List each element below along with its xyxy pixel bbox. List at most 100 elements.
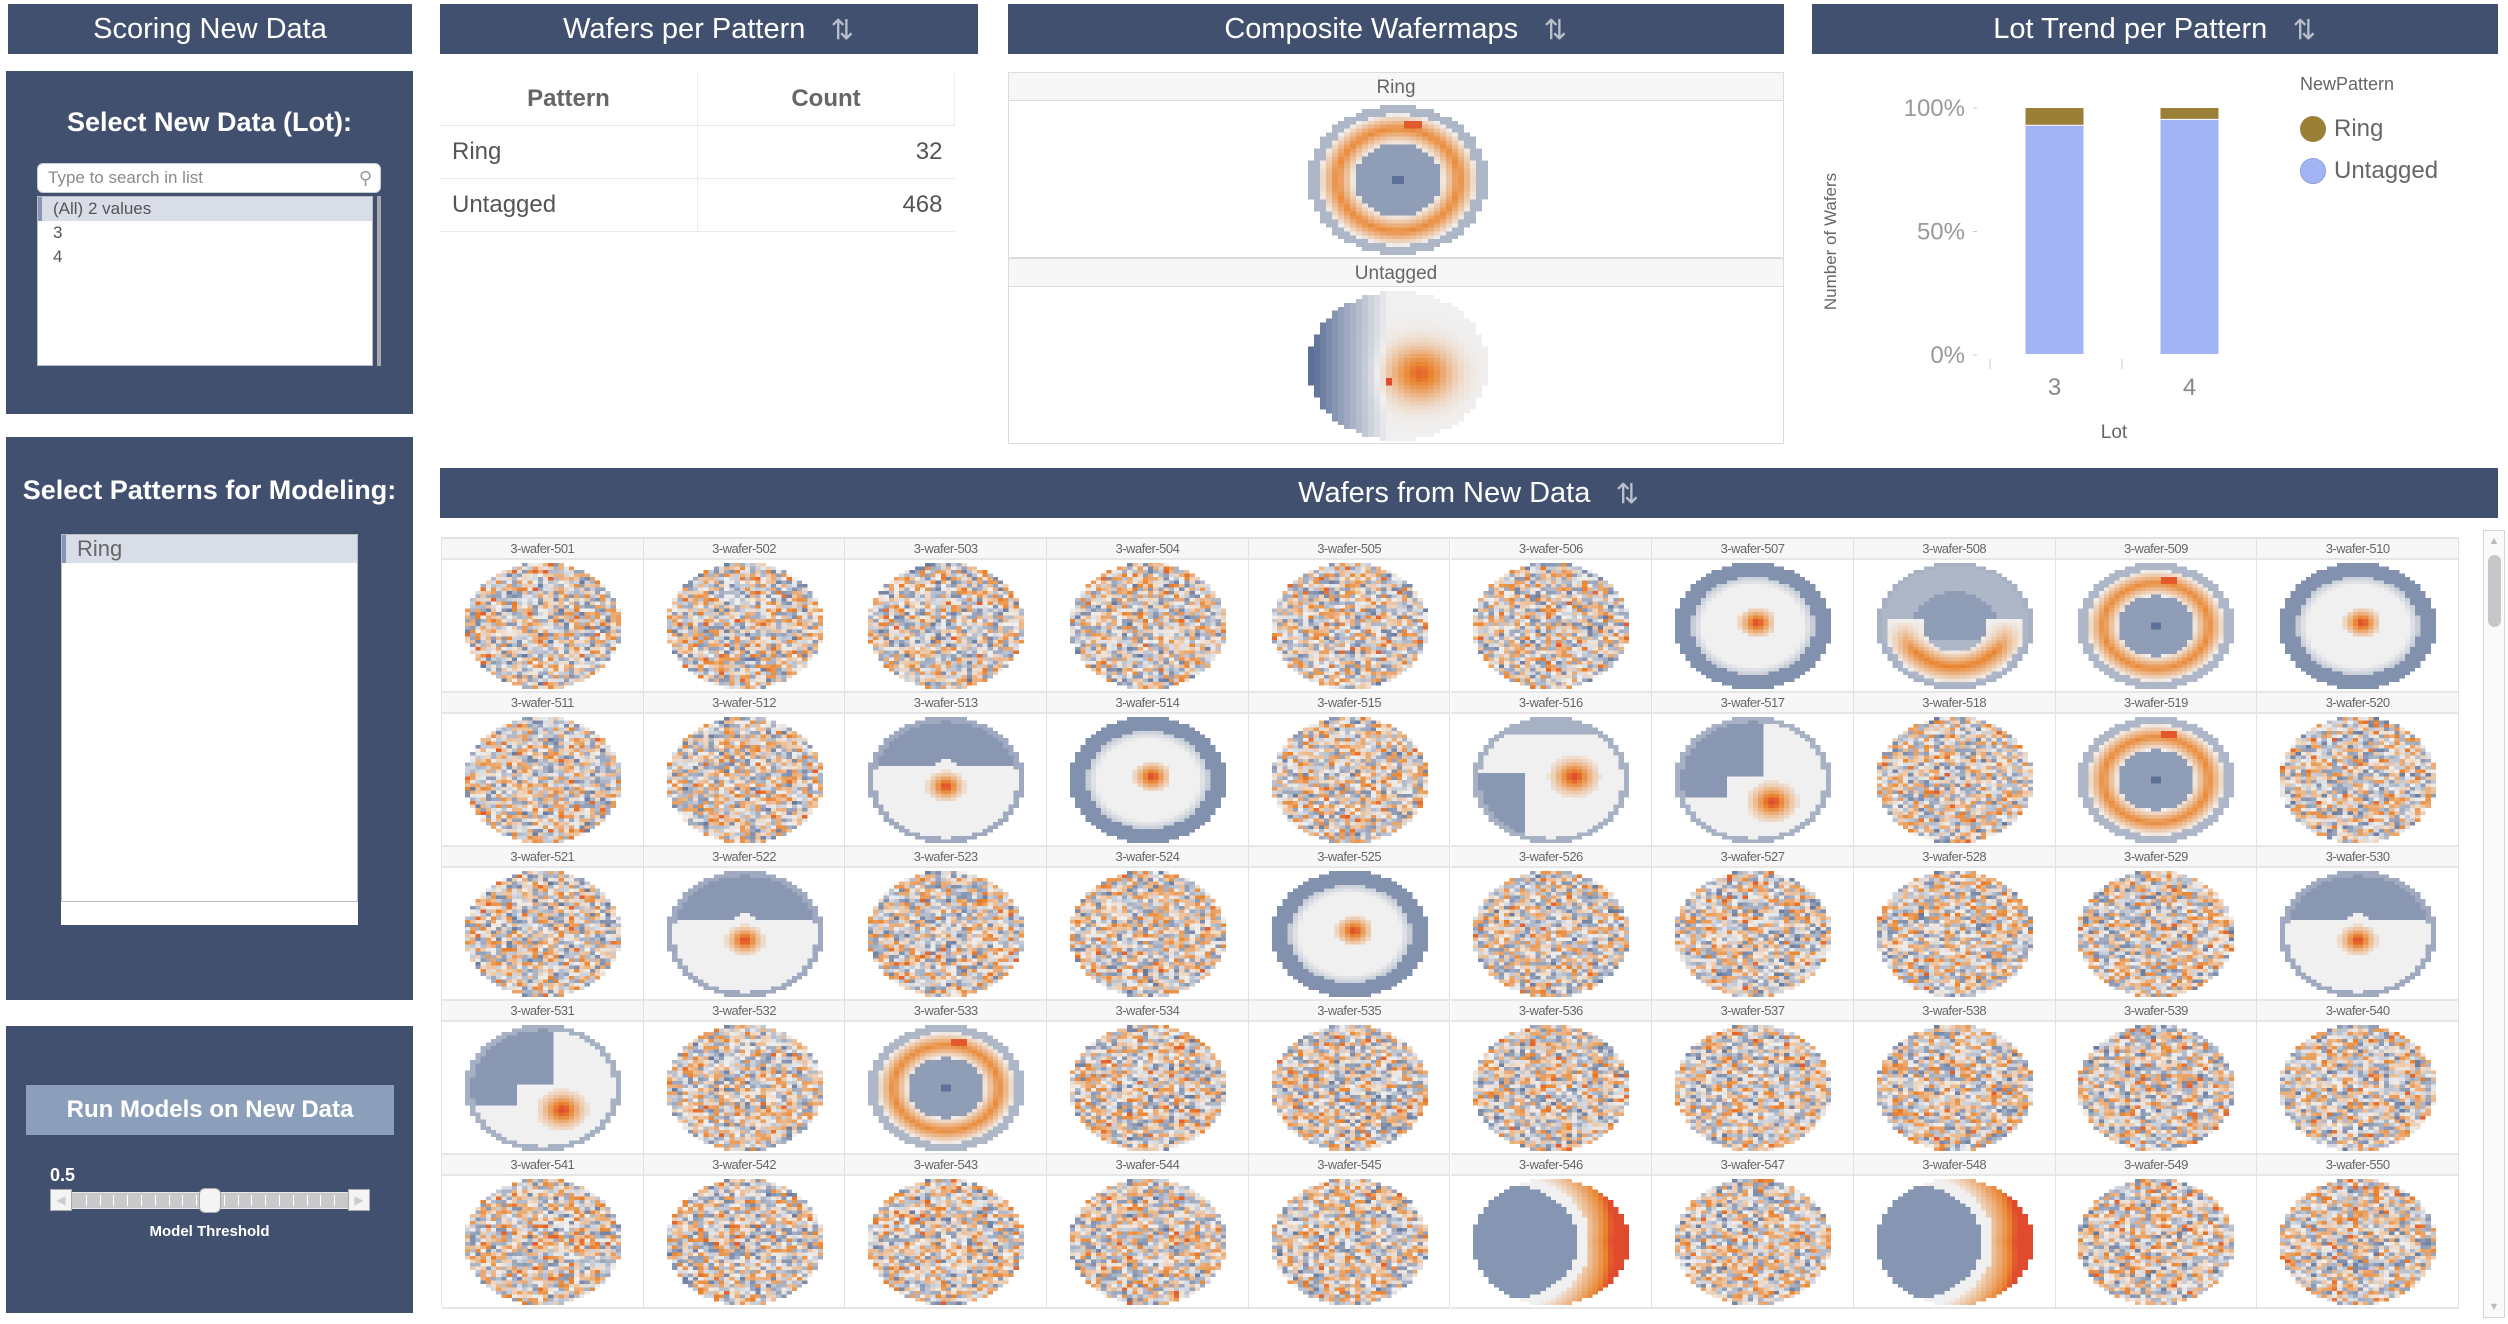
wafer-cell[interactable]: 3-wafer-520 <box>2257 693 2459 847</box>
legend-item-untagged[interactable]: Untagged <box>2300 157 2438 185</box>
lot-list-item-3[interactable]: 3 <box>38 221 372 245</box>
composite-facet-untagged[interactable] <box>1008 287 1784 444</box>
wafer-cell[interactable]: 3-wafer-518 <box>1853 693 2056 847</box>
wafermap[interactable] <box>1876 1025 2033 1151</box>
wafermap[interactable] <box>1876 1179 2033 1305</box>
wafer-cell[interactable]: 3-wafer-529 <box>2055 847 2258 1001</box>
scrollbar-thumb[interactable] <box>2488 555 2501 627</box>
wafer-cell[interactable]: 3-wafer-526 <box>1450 847 1653 1001</box>
lot-list-scrollbar[interactable] <box>377 196 381 366</box>
wafermap[interactable] <box>1069 1025 1226 1151</box>
table-row[interactable]: Untagged 468 <box>440 178 955 232</box>
wafer-cell[interactable]: 3-wafer-538 <box>1853 1001 2056 1155</box>
wafermap[interactable] <box>464 1179 621 1305</box>
refresh-icon[interactable]: ⇄ <box>1541 17 1572 40</box>
wafermap[interactable] <box>1069 1179 1226 1305</box>
wafermap[interactable] <box>464 871 621 997</box>
lot-list-item-all[interactable]: (All) 2 values <box>38 197 372 221</box>
wafermap[interactable] <box>1473 717 1630 843</box>
legend-item-ring[interactable]: Ring <box>2300 115 2438 143</box>
refresh-icon[interactable]: ⇄ <box>2290 17 2321 40</box>
wafer-cell[interactable]: 3-wafer-539 <box>2055 1001 2258 1155</box>
wafer-cell[interactable]: 3-wafer-548 <box>1853 1155 2056 1309</box>
wafer-cell[interactable]: 3-wafer-513 <box>845 693 1048 847</box>
wafermap[interactable] <box>2078 1179 2235 1305</box>
wafermap[interactable] <box>1271 871 1428 997</box>
wafermap[interactable] <box>1271 563 1428 689</box>
scroll-up-arrow[interactable]: ▲ <box>2484 535 2504 547</box>
wafer-cell[interactable]: 3-wafer-543 <box>845 1155 1048 1309</box>
lot-list-item-4[interactable]: 4 <box>38 245 372 269</box>
wafer-cell[interactable]: 3-wafer-512 <box>643 693 846 847</box>
table-row[interactable]: Ring 32 <box>440 125 955 179</box>
wafermap[interactable] <box>1876 563 2033 689</box>
wafer-cell[interactable]: 3-wafer-546 <box>1450 1155 1653 1309</box>
wafer-cell[interactable]: 3-wafer-510 <box>2257 539 2459 693</box>
wafer-cell[interactable]: 3-wafer-511 <box>442 693 644 847</box>
search-icon[interactable]: ⚲ <box>359 168 372 189</box>
lot-search-box[interactable]: ⚲ <box>37 163 381 193</box>
wafermap[interactable] <box>1675 871 1832 997</box>
column-header-pattern[interactable]: Pattern <box>440 73 698 126</box>
threshold-slider-thumb[interactable] <box>199 1188 221 1213</box>
wafer-cell[interactable]: 3-wafer-505 <box>1248 539 1451 693</box>
wafer-cell[interactable]: 3-wafer-544 <box>1047 1155 1249 1309</box>
wafer-cell[interactable]: 3-wafer-522 <box>643 847 846 1001</box>
wafer-cell[interactable]: 3-wafer-542 <box>643 1155 846 1309</box>
column-header-count[interactable]: Count <box>697 73 955 126</box>
wafermap[interactable] <box>1069 563 1226 689</box>
wafer-cell[interactable]: 3-wafer-506 <box>1450 539 1653 693</box>
wafermap[interactable] <box>1675 1025 1832 1151</box>
wafer-cell[interactable]: 3-wafer-517 <box>1652 693 1854 847</box>
wafermap[interactable] <box>1473 1025 1630 1151</box>
wafer-cell[interactable]: 3-wafer-523 <box>845 847 1048 1001</box>
composite-facet-ring[interactable] <box>1008 101 1784 258</box>
wafermap[interactable] <box>1675 1179 1832 1305</box>
wafer-cell[interactable]: 3-wafer-528 <box>1853 847 2056 1001</box>
wafermap[interactable] <box>1675 717 1832 843</box>
wafermap[interactable] <box>666 1179 823 1305</box>
wafer-cell[interactable]: 3-wafer-527 <box>1652 847 1854 1001</box>
wafer-cell[interactable]: 3-wafer-545 <box>1248 1155 1451 1309</box>
wafer-grid-scrollbar[interactable]: ▲ ▼ <box>2483 530 2505 1318</box>
wafer-cell[interactable]: 3-wafer-501 <box>442 539 644 693</box>
wafermap[interactable] <box>1473 1179 1630 1305</box>
wafermap[interactable] <box>2078 871 2235 997</box>
wafermap[interactable] <box>2280 871 2437 997</box>
wafermap[interactable] <box>1473 871 1630 997</box>
composite-wafermap-untagged[interactable] <box>1308 291 1488 441</box>
run-models-button[interactable]: Run Models on New Data <box>26 1085 394 1135</box>
wafer-cell[interactable]: 3-wafer-508 <box>1853 539 2056 693</box>
wafermap[interactable] <box>1473 563 1630 689</box>
wafer-cell[interactable]: 3-wafer-536 <box>1450 1001 1653 1155</box>
wafermap[interactable] <box>464 1025 621 1151</box>
wafermap[interactable] <box>1271 1179 1428 1305</box>
wafermap[interactable] <box>868 563 1025 689</box>
wafermap[interactable] <box>1069 717 1226 843</box>
wafermap[interactable] <box>1069 871 1226 997</box>
wafermap[interactable] <box>2078 1025 2235 1151</box>
wafer-cell[interactable]: 3-wafer-515 <box>1248 693 1451 847</box>
wafer-cell[interactable]: 3-wafer-549 <box>2055 1155 2258 1309</box>
wafer-cell[interactable]: 3-wafer-533 <box>845 1001 1048 1155</box>
slider-increment-button[interactable]: ▶ <box>348 1189 370 1211</box>
wafer-cell[interactable]: 3-wafer-550 <box>2257 1155 2459 1309</box>
wafermap[interactable] <box>2078 563 2235 689</box>
wafer-cell[interactable]: 3-wafer-525 <box>1248 847 1451 1001</box>
wafermap[interactable] <box>2280 717 2437 843</box>
wafer-cell[interactable]: 3-wafer-503 <box>845 539 1048 693</box>
wafer-cell[interactable]: 3-wafer-502 <box>643 539 846 693</box>
wafermap[interactable] <box>2280 1179 2437 1305</box>
wafermap[interactable] <box>1271 1025 1428 1151</box>
wafer-cell[interactable]: 3-wafer-507 <box>1652 539 1854 693</box>
wafermap[interactable] <box>1876 717 2033 843</box>
wafer-cell[interactable]: 3-wafer-540 <box>2257 1001 2459 1155</box>
refresh-icon[interactable]: ⇄ <box>828 17 859 40</box>
wafer-cell[interactable]: 3-wafer-516 <box>1450 693 1653 847</box>
wafermap[interactable] <box>666 1025 823 1151</box>
wafer-cell[interactable]: 3-wafer-514 <box>1047 693 1249 847</box>
slider-decrement-button[interactable]: ◀ <box>50 1189 72 1211</box>
pattern-list-item-ring[interactable]: Ring <box>62 535 357 563</box>
wafer-cell[interactable]: 3-wafer-535 <box>1248 1001 1451 1155</box>
wafer-cell[interactable]: 3-wafer-532 <box>643 1001 846 1155</box>
